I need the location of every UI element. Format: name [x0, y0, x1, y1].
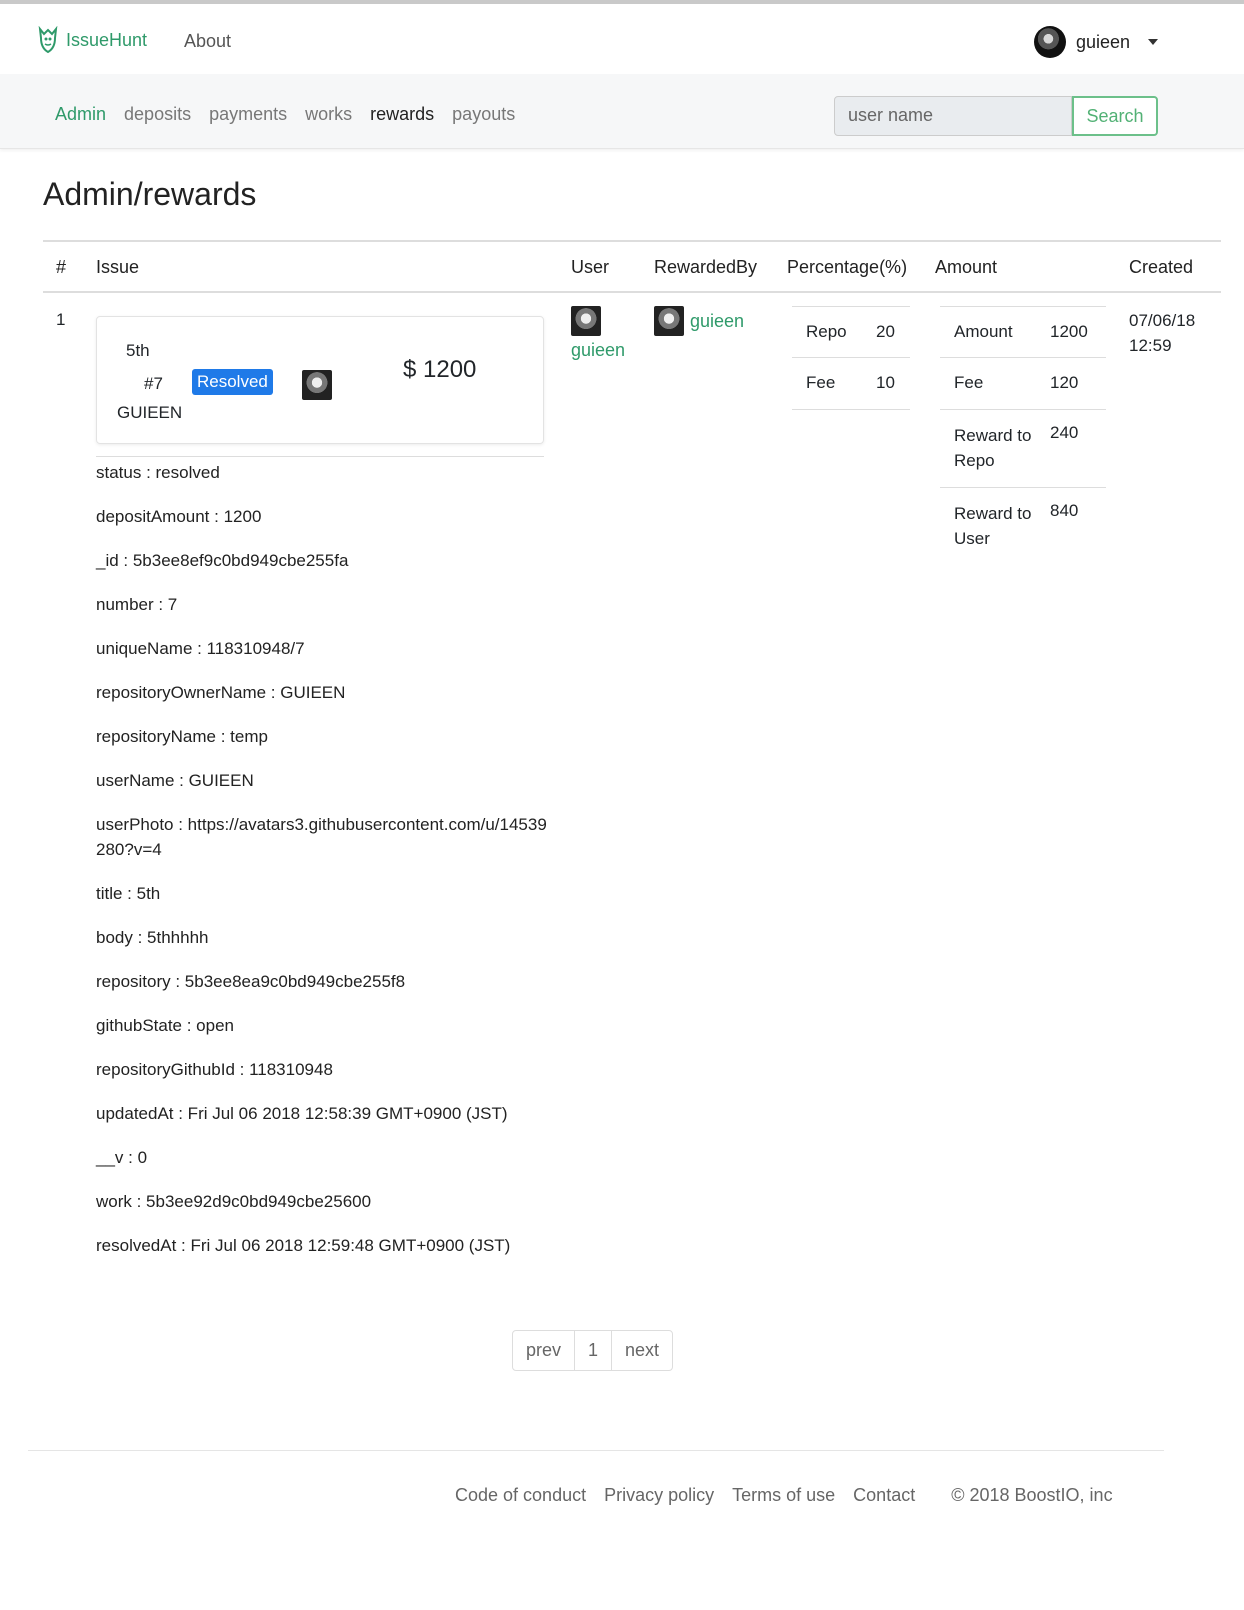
- detail-line: status : resolved: [96, 463, 220, 482]
- table-top-border: [43, 240, 1221, 242]
- amount-key: Reward to User: [954, 504, 1032, 548]
- user-menu[interactable]: guieen: [1034, 26, 1159, 58]
- issue-title: 5th: [126, 341, 150, 360]
- footer-code-of-conduct[interactable]: Code of conduct: [455, 1485, 586, 1506]
- col-header-percentage: Percentage(%): [787, 257, 908, 277]
- footer-contact[interactable]: Contact: [853, 1485, 915, 1506]
- detail-line: repository : 5b3ee8ea9c0bd949cbe255f8: [96, 972, 406, 991]
- detail-line: depositAmount : 1200: [96, 507, 262, 526]
- amount-row: Reward to User 840: [940, 488, 1106, 566]
- detail-line: resolvedAt : Fri Jul 06 2018 12:59:48 GM…: [96, 1236, 511, 1255]
- user-search-input[interactable]: user name: [834, 96, 1072, 136]
- detail-line: repositoryName : temp: [96, 727, 268, 746]
- detail-line: work : 5b3ee92d9c0bd949cbe25600: [96, 1192, 372, 1211]
- subnav-deposits[interactable]: deposits: [124, 104, 191, 125]
- detail-line: body : 5thhhhh: [96, 928, 209, 947]
- user-menu-name: guieen: [1076, 31, 1131, 52]
- percentage-value: 20: [876, 322, 895, 341]
- pagination-prev[interactable]: prev: [513, 1331, 576, 1370]
- nav-about-link[interactable]: About: [184, 31, 231, 52]
- rewarded-by-link[interactable]: guieen: [690, 311, 744, 332]
- pagination-next[interactable]: next: [612, 1331, 672, 1370]
- caret-down-icon: [1148, 39, 1159, 45]
- amount-key: Fee: [954, 373, 984, 392]
- amount-key: Reward to Repo: [954, 426, 1032, 470]
- subnav-payments[interactable]: payments: [209, 104, 287, 125]
- brand-name: IssueHunt: [66, 29, 148, 50]
- percentage-table: Repo 20 Fee 10: [792, 306, 910, 410]
- col-header-num: #: [56, 257, 67, 277]
- footer-privacy-policy[interactable]: Privacy policy: [604, 1485, 714, 1506]
- subnav-links: Admin deposits payments works rewards pa…: [55, 104, 533, 125]
- detail-line: userPhoto : https://avatars3.githubuserc…: [96, 815, 547, 859]
- amount-row: Amount 1200: [940, 306, 1106, 358]
- brand-link[interactable]: IssueHunt: [36, 26, 147, 54]
- subnav-rewards[interactable]: rewards: [370, 104, 434, 125]
- amount-key: Amount: [954, 322, 1013, 341]
- col-header-issue: Issue: [96, 257, 140, 277]
- table-header-divider: [43, 291, 1221, 293]
- search-button[interactable]: Search: [1072, 96, 1158, 136]
- pagination-page[interactable]: 1: [575, 1331, 613, 1370]
- issuehunt-logo-icon: [38, 26, 58, 54]
- status-badge: Resolved: [192, 369, 273, 395]
- created-date: 07/06/18: [1129, 311, 1196, 330]
- amount-value: 120: [1050, 373, 1079, 392]
- amount-value: 1200: [1050, 322, 1088, 341]
- percentage-key: Fee: [806, 373, 836, 392]
- issue-number: #7: [144, 374, 163, 393]
- footer-divider: [28, 1450, 1164, 1451]
- amount-row: Fee 120: [940, 358, 1106, 410]
- user-link[interactable]: guieen: [571, 340, 625, 361]
- detail-line: updatedAt : Fri Jul 06 2018 12:58:39 GMT…: [96, 1104, 508, 1123]
- percentage-key: Repo: [806, 322, 847, 341]
- detail-line: uniqueName : 118310948/7: [96, 639, 305, 658]
- col-header-user: User: [571, 257, 610, 277]
- col-header-created: Created: [1129, 257, 1194, 277]
- subnav-payouts[interactable]: payouts: [452, 104, 515, 125]
- subnav-admin[interactable]: Admin: [55, 104, 106, 125]
- detail-line: repositoryOwnerName : GUIEEN: [96, 683, 346, 702]
- percentage-row: Repo 20: [792, 306, 910, 358]
- issue-owner: GUIEEN: [117, 403, 183, 422]
- subnav-works[interactable]: works: [305, 104, 352, 125]
- created-time: 12:59: [1129, 336, 1172, 355]
- rewarded-by-cell: guieen: [654, 306, 744, 336]
- admin-subnav: Admin deposits payments works rewards pa…: [0, 74, 1244, 149]
- avatar: [1034, 26, 1066, 58]
- issue-card[interactable]: 5th #7 Resolved GUIEEN $ 1200: [96, 316, 544, 444]
- top-navbar: IssueHunt About guieen: [0, 4, 1244, 74]
- percentage-value: 10: [876, 373, 895, 392]
- detail-line: title : 5th: [96, 884, 161, 903]
- row-number: 1: [56, 310, 66, 329]
- footer-copyright: © 2018 BoostIO, inc: [951, 1485, 1113, 1505]
- amount-value: 240: [1050, 423, 1079, 442]
- detail-line: _id : 5b3ee8ef9c0bd949cbe255fa: [96, 551, 349, 570]
- avatar: [571, 306, 601, 336]
- issue-details: status : resolved depositAmount : 1200 _…: [96, 460, 556, 1277]
- avatar: [302, 370, 332, 400]
- percentage-row: Fee 10: [792, 358, 910, 410]
- detail-line: repositoryGithubId : 118310948: [96, 1060, 333, 1079]
- col-header-rewardedby: RewardedBy: [654, 257, 758, 277]
- amount-table: Amount 1200 Fee 120 Reward to Repo 240 R…: [940, 306, 1106, 566]
- issue-amount: $ 1200: [403, 356, 477, 383]
- col-header-amount: Amount: [935, 257, 998, 277]
- detail-line: number : 7: [96, 595, 178, 614]
- avatar: [654, 306, 684, 336]
- footer-terms-of-use[interactable]: Terms of use: [732, 1485, 835, 1506]
- detail-line: githubState : open: [96, 1016, 235, 1035]
- created-cell: 07/06/18 12:59: [1129, 308, 1219, 358]
- footer: Code of conduct Privacy policy Terms of …: [455, 1485, 1113, 1506]
- pagination: prev 1 next: [512, 1330, 674, 1371]
- page-title: Admin/rewards: [43, 176, 257, 212]
- amount-row: Reward to Repo 240: [940, 410, 1106, 488]
- amount-value: 840: [1050, 501, 1079, 520]
- user-cell: guieen: [571, 306, 625, 361]
- card-divider: [96, 456, 544, 457]
- detail-line: __v : 0: [96, 1148, 148, 1167]
- detail-line: userName : GUIEEN: [96, 771, 254, 790]
